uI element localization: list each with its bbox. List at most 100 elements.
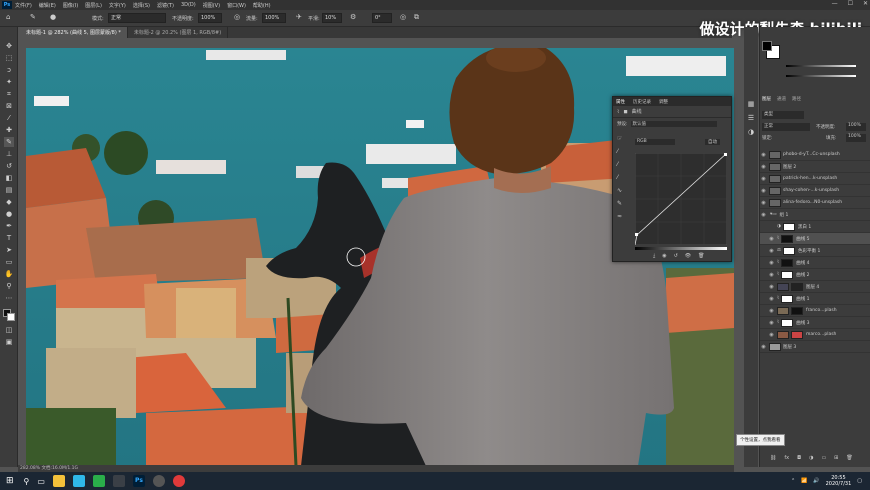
layer-row[interactable]: ◉ marco...plash bbox=[760, 329, 870, 341]
home-icon[interactable]: ⌂ bbox=[6, 13, 10, 21]
layer-row[interactable]: ◉ ⌇ 曲线 2 bbox=[760, 269, 870, 281]
layer-row-selected[interactable]: ◉ ⌇ 曲线 5 bbox=[760, 233, 870, 245]
channel-select[interactable]: RGB bbox=[635, 139, 675, 145]
add-mask-icon[interactable]: ◘ bbox=[797, 455, 801, 461]
zoom-tool-icon[interactable]: ⚲ bbox=[4, 281, 14, 291]
delete-icon[interactable]: 🗑 bbox=[698, 253, 704, 259]
curves-graph[interactable] bbox=[635, 153, 727, 245]
curve-point-icon[interactable]: ∿ bbox=[617, 187, 622, 194]
preset-select[interactable]: 默认值 bbox=[630, 121, 717, 127]
eye-icon[interactable]: ◉ bbox=[760, 164, 767, 170]
hand-tool-icon[interactable]: ✋ bbox=[4, 269, 14, 279]
auto-button[interactable]: 自动 bbox=[705, 139, 720, 145]
mask-icon[interactable]: ◼ bbox=[623, 109, 627, 115]
app-icon[interactable] bbox=[112, 475, 125, 487]
close-icon[interactable]: ✕ bbox=[863, 0, 868, 7]
layer-row[interactable]: ◉ franco...plash bbox=[760, 305, 870, 317]
eye-icon[interactable]: ◉ bbox=[768, 296, 775, 302]
windows-start-icon[interactable]: ⊞ bbox=[6, 476, 14, 486]
eye-icon[interactable]: ◉ bbox=[768, 272, 775, 278]
fx-icon[interactable]: fx bbox=[784, 455, 789, 461]
color-swatch-fg[interactable] bbox=[762, 41, 772, 51]
layer-group-row[interactable]: ◉ ▾▭ 组 1 bbox=[760, 209, 870, 221]
pressure-size-icon[interactable]: ◎ bbox=[400, 13, 406, 21]
new-adjustment-icon[interactable]: ◑ bbox=[809, 455, 813, 461]
layer-filter-select[interactable]: 类型 bbox=[762, 111, 804, 119]
notification-icon[interactable]: ▢ bbox=[857, 478, 862, 484]
brush-preset-icon[interactable]: ● bbox=[50, 13, 56, 21]
menu-edit[interactable]: 编辑(E) bbox=[39, 2, 56, 9]
quick-select-tool-icon[interactable]: ✦ bbox=[4, 77, 14, 87]
opacity-field[interactable]: 100% bbox=[198, 13, 222, 23]
weibo-icon[interactable] bbox=[172, 475, 185, 487]
background-color-swatch[interactable] bbox=[7, 313, 15, 321]
layer-row[interactable]: ◉ ⌇ 曲线 1 bbox=[760, 293, 870, 305]
chevron-up-icon[interactable]: ⌃ bbox=[791, 478, 795, 484]
black-point-eyedropper-icon[interactable]: ⁄ bbox=[617, 148, 622, 155]
pencil-curve-icon[interactable]: ✎ bbox=[617, 200, 622, 207]
clip-layer-icon[interactable]: ⤓ bbox=[653, 253, 655, 259]
layer-row[interactable]: ◉ phobo-d-yT...Cc-unsplash bbox=[760, 149, 870, 161]
search-icon[interactable]: ⚲ bbox=[24, 477, 30, 486]
history-brush-icon[interactable]: ↺ bbox=[4, 161, 14, 171]
airbrush-icon[interactable]: ✈ bbox=[296, 13, 302, 21]
clock[interactable]: 20:55 2020/7/31 bbox=[826, 475, 852, 487]
brush-tool-icon[interactable]: ✎ bbox=[4, 137, 14, 147]
menu-layer[interactable]: 图层(L) bbox=[85, 2, 102, 9]
browser-icon[interactable] bbox=[72, 475, 85, 487]
layer-row[interactable]: ◉ patrick-hen...k-unsplash bbox=[760, 173, 870, 185]
new-layer-icon[interactable]: ⊞ bbox=[834, 455, 838, 461]
more-tools-icon[interactable]: ⋯ bbox=[4, 293, 14, 303]
link-icon[interactable]: ⛓ bbox=[770, 455, 776, 461]
menu-window[interactable]: 窗口(W) bbox=[227, 2, 246, 9]
minimize-icon[interactable]: — bbox=[832, 0, 838, 7]
eye-icon[interactable]: ◉ bbox=[760, 212, 767, 218]
eye-icon[interactable]: ◉ bbox=[760, 344, 767, 350]
tab-doc-2[interactable]: 未标题-2 @ 20.2% (图层 1, RGB/8#) bbox=[128, 27, 229, 38]
tab-layers[interactable]: 图层 bbox=[762, 96, 771, 102]
eyedropper-tool-icon[interactable]: ⁄ bbox=[4, 113, 14, 123]
mode-select[interactable]: 正常 bbox=[108, 13, 166, 23]
blur-tool-icon[interactable]: ◆ bbox=[4, 197, 14, 207]
blend-mode-select[interactable]: 正常 bbox=[762, 123, 810, 131]
volume-icon[interactable]: 🔊 bbox=[813, 478, 819, 484]
gradient-tool-icon[interactable]: ▤ bbox=[4, 185, 14, 195]
gear-icon[interactable]: ⚙ bbox=[350, 13, 356, 21]
network-icon[interactable]: 📶 bbox=[801, 478, 807, 484]
rectangle-tool-icon[interactable]: ▭ bbox=[4, 257, 14, 267]
smooth-field[interactable]: 10% bbox=[322, 13, 342, 23]
layer-row[interactable]: ◉ ⚖ 色彩平衡 1 bbox=[760, 245, 870, 257]
file-explorer-icon[interactable] bbox=[52, 475, 65, 487]
move-tool-icon[interactable]: ✥ bbox=[4, 41, 14, 51]
target-adjust-icon[interactable]: ☞ bbox=[617, 135, 622, 142]
lasso-tool-icon[interactable]: ↄ bbox=[4, 65, 14, 75]
tab-channels[interactable]: 通道 bbox=[777, 96, 786, 102]
layer-opacity-field[interactable]: 100% bbox=[846, 123, 866, 131]
symmetry-icon[interactable]: ⧉ bbox=[414, 13, 419, 22]
color-slider-2[interactable] bbox=[786, 75, 856, 77]
color-slider[interactable] bbox=[786, 65, 856, 67]
smooth-curve-icon[interactable]: ≈ bbox=[617, 213, 622, 220]
layer-row[interactable]: ◉ alina-fedoro...N0-unsplash bbox=[760, 197, 870, 209]
layer-row[interactable]: ◑ 黑白 1 bbox=[760, 221, 870, 233]
maximize-icon[interactable]: ☐ bbox=[848, 0, 853, 7]
pressure-opacity-icon[interactable]: ◎ bbox=[234, 13, 240, 21]
eye-icon[interactable]: ◉ bbox=[760, 200, 767, 206]
eye-icon[interactable]: ◉ bbox=[768, 284, 775, 290]
layer-row[interactable]: ◉ 图层 4 bbox=[760, 281, 870, 293]
trash-icon[interactable]: 🗑 bbox=[846, 455, 852, 461]
menu-image[interactable]: 图像(I) bbox=[63, 2, 78, 9]
menu-filter[interactable]: 滤镜(T) bbox=[157, 2, 174, 9]
menu-help[interactable]: 帮助(H) bbox=[253, 2, 271, 9]
reset-icon[interactable]: ↺ bbox=[674, 253, 678, 259]
history-panel-icon[interactable]: ▦ bbox=[746, 99, 756, 109]
photoshop-taskbar-icon[interactable]: Ps bbox=[132, 475, 145, 487]
eye-icon[interactable]: ◉ bbox=[768, 308, 775, 314]
eraser-tool-icon[interactable]: ◧ bbox=[4, 173, 14, 183]
task-view-icon[interactable]: ▭ bbox=[37, 477, 45, 486]
stamp-tool-icon[interactable]: ⊥ bbox=[4, 149, 14, 159]
menu-view[interactable]: 视图(V) bbox=[203, 2, 220, 9]
white-point-eyedropper-icon[interactable]: ⁄ bbox=[617, 174, 622, 181]
eye-icon[interactable]: ◉ bbox=[760, 152, 767, 158]
eye-icon[interactable]: ◉ bbox=[768, 320, 775, 326]
